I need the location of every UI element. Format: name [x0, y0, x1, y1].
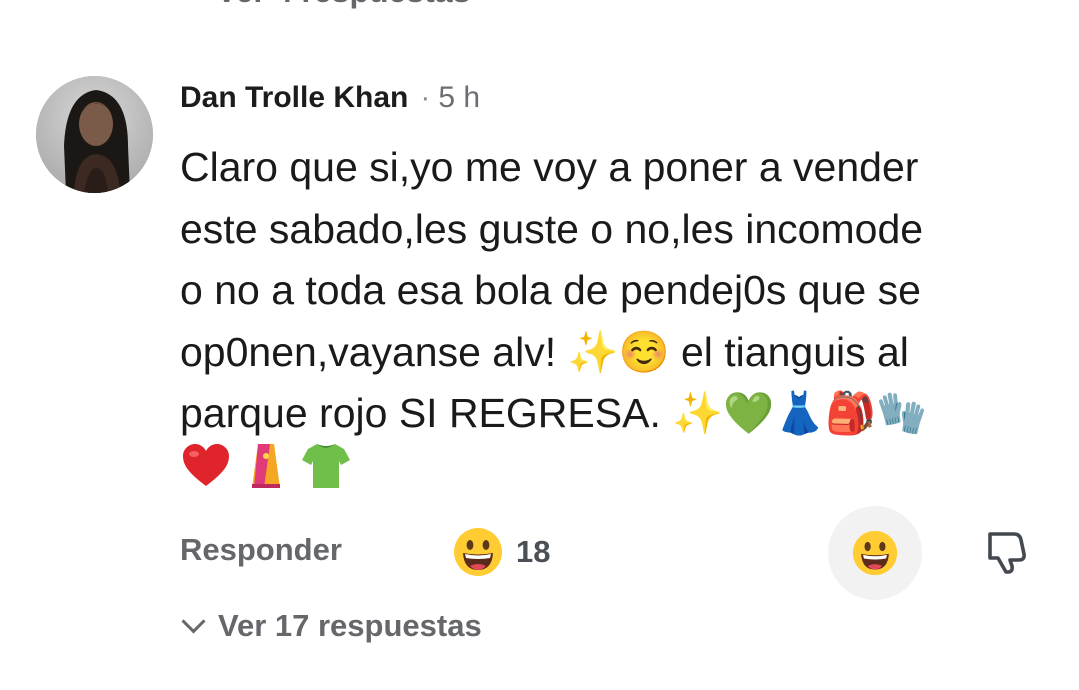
meta-separator: ·	[420, 81, 431, 114]
comment-text: Claro que si,yo me voy a poner a vender …	[180, 144, 928, 436]
author-name[interactable]: Dan Trolle Khan	[180, 81, 408, 115]
react-button[interactable]	[828, 506, 922, 600]
timestamp: 5 h	[438, 81, 481, 114]
grinning-face-icon	[852, 530, 898, 576]
view-replies-link[interactable]: Ver 17 respuestas	[181, 608, 482, 644]
chevron-down-icon	[181, 608, 206, 634]
tshirt-icon	[302, 444, 350, 488]
comment-screen: Ver 4 respuestas Dan Trolle Khan · 5 h C…	[0, 0, 1079, 690]
thumbs-down-icon[interactable]	[984, 528, 1030, 574]
grinning-face-icon	[454, 528, 502, 576]
view-replies-label: Ver 17 respuestas	[218, 608, 482, 643]
view-replies-label-top: Ver 4 respuestas	[216, 0, 470, 10]
comment-header: Dan Trolle Khan · 5 h	[180, 78, 480, 118]
reply-button[interactable]: Responder	[180, 532, 342, 568]
comment-emoji-line	[180, 440, 352, 492]
red-heart-icon	[183, 444, 229, 486]
reaction-count: 18	[516, 534, 551, 569]
view-replies-link-top[interactable]: Ver 4 respuestas	[185, 0, 470, 10]
sari-icon	[252, 444, 280, 488]
avatar[interactable]	[36, 76, 153, 193]
reaction-summary[interactable]: 18	[452, 526, 550, 578]
comment-actions: Responder 18	[180, 506, 1060, 600]
avatar-image	[36, 76, 153, 193]
